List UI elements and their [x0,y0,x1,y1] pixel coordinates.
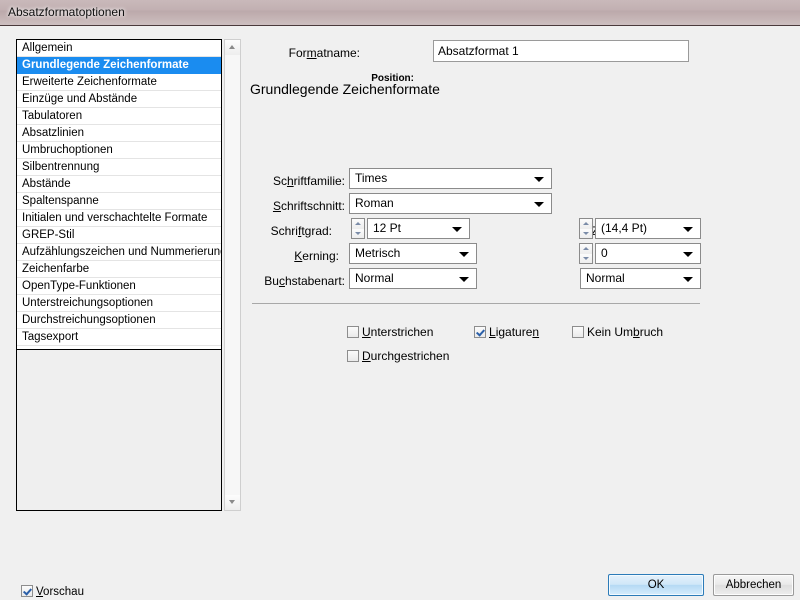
chevron-down-icon [683,252,693,257]
settings-pane: Formatname: Position: Grundlegende Zeich… [250,27,800,600]
checkbox-underline[interactable]: Unterstrichen [347,325,433,339]
tracking-value: 0 [601,246,608,260]
list-item[interactable]: Aufzählungszeichen und Nummerierung [17,244,221,261]
list-item[interactable]: Abstände [17,176,221,193]
font-size-stepper[interactable] [351,218,365,239]
chevron-down-icon [459,277,469,282]
font-size-value: 12 Pt [373,221,402,235]
case-combo[interactable]: Normal [349,268,477,289]
divider [252,303,700,304]
chevron-up-icon [583,222,589,225]
font-family-label: Schriftfamilie: [272,174,345,188]
case-label: Buchstabenart: [264,274,345,288]
list-item[interactable]: Grundlegende Zeichenformate [17,57,221,74]
font-size-label: Schriftgrad: [270,224,332,238]
format-name-input[interactable] [433,40,689,62]
chevron-down-icon [452,227,462,232]
section-title: Grundlegende Zeichenformate [250,81,440,97]
checkbox-box [347,326,359,338]
checkbox-box [21,585,33,597]
tracking-stepper[interactable] [579,243,593,264]
scroll-up-button[interactable] [225,40,240,55]
chevron-down-icon [459,252,469,257]
font-family-value: Times [355,171,388,185]
chevron-down-icon [583,256,589,260]
tracking-combo[interactable]: 0 [595,243,701,264]
checkbox-no-break[interactable]: Kein Umbruch [572,325,663,339]
list-item[interactable]: Tabulatoren [17,108,221,125]
category-list-empty-area [17,349,221,510]
list-item[interactable]: Umbruchoptionen [17,142,221,159]
chevron-down-icon [683,277,693,282]
chevron-down-icon [355,231,361,235]
chevron-down-icon [583,231,589,235]
checkbox-box [347,350,359,362]
ok-button[interactable]: OK [608,574,704,596]
chevron-up-icon [355,222,361,225]
leading-combo[interactable]: (14,4 Pt) [595,218,701,239]
baseline-position-value: Normal [586,271,625,285]
leading-stepper[interactable] [579,218,593,239]
list-item[interactable]: OpenType-Funktionen [17,278,221,295]
leading-value: (14,4 Pt) [601,221,648,235]
list-item[interactable]: Absatzlinien [17,125,221,142]
chevron-down-icon [229,500,235,504]
chevron-up-icon [583,247,589,250]
category-list-scrollbar[interactable] [224,39,241,511]
scroll-down-button[interactable] [225,495,240,510]
cancel-button[interactable]: Abbrechen [713,574,794,596]
font-style-combo[interactable]: Roman [349,193,552,214]
list-item[interactable]: Einzüge und Abstände [17,91,221,108]
list-item[interactable]: Allgemein [17,40,221,57]
dialog-body: Allgemein Grundlegende Zeichenformate Erwe… [0,27,800,600]
list-item[interactable]: Durchstreichungsoptionen [17,312,221,329]
list-item[interactable]: Spaltenspanne [17,193,221,210]
font-style-label: Schriftschnitt: [272,199,345,213]
preview-label: Vorschau [36,586,84,598]
kerning-label: Kerning: [294,249,339,263]
checkbox-label: Unterstrichen [362,325,434,339]
font-size-combo[interactable]: 12 Pt [367,218,470,239]
chevron-down-icon [534,202,544,207]
kerning-combo[interactable]: Metrisch [349,243,477,264]
list-item[interactable]: GREP-Stil [17,227,221,244]
stepper-down-button[interactable] [580,253,592,263]
format-name-label: Formatname: [288,46,360,60]
list-item[interactable]: Silbentrennung [17,159,221,176]
list-item[interactable]: Tagsexport [17,329,221,346]
checkbox-label: Ligaturen [489,325,540,339]
checkbox-label: Durchgestrichen [362,349,450,363]
baseline-position-combo[interactable]: Normal [580,268,701,289]
checkbox-box [572,326,584,338]
chevron-down-icon [683,227,693,232]
checkbox-ligatures[interactable]: Ligaturen [474,325,539,339]
kerning-value: Metrisch [355,246,401,260]
dialog-window: Absatzformatoptionen Allgemein Grundlegen… [0,0,800,600]
list-item[interactable]: Zeichenfarbe [17,261,221,278]
font-style-value: Roman [355,196,394,210]
list-item[interactable]: Initialen und verschachtelte Formate [17,210,221,227]
title-bar: Absatzformatoptionen [0,0,800,26]
font-family-combo[interactable]: Times [349,168,552,189]
window-title: Absatzformatoptionen [8,5,125,19]
chevron-down-icon [534,177,544,182]
checkbox-box [474,326,486,338]
chevron-up-icon [229,45,235,49]
stepper-down-button[interactable] [580,228,592,238]
stepper-down-button[interactable] [352,228,364,238]
checkbox-strikethrough[interactable]: Durchgestrichen [347,349,449,363]
scrollbar-track[interactable] [225,55,240,495]
list-item[interactable]: Erweiterte Zeichenformate [17,74,221,91]
checkbox-label: Kein Umbruch [587,325,664,339]
preview-checkbox[interactable]: Vorschau [21,585,84,598]
case-value: Normal [355,271,394,285]
category-list[interactable]: Allgemein Grundlegende Zeichenformate Erwe… [16,39,222,511]
list-item[interactable]: Unterstreichungsoptionen [17,295,221,312]
